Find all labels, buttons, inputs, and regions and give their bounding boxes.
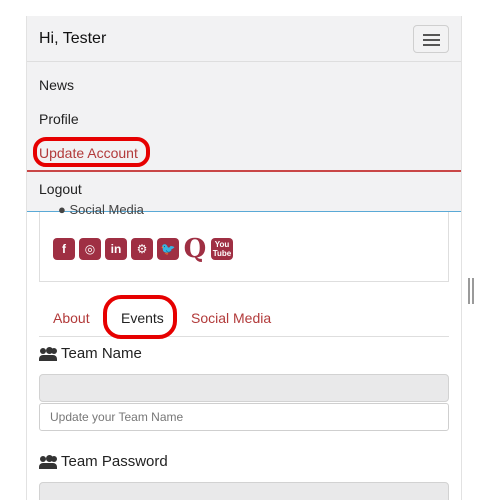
menu-item-news[interactable]: News	[39, 77, 74, 93]
profile-tabs: About Events Social Media	[39, 295, 449, 339]
tab-social-media[interactable]: Social Media	[191, 310, 271, 326]
resize-handle[interactable]	[468, 278, 474, 304]
instagram-icon[interactable]: ◎	[79, 238, 101, 260]
twitter-icon[interactable]: 🐦	[157, 238, 179, 260]
menu-item-update-account[interactable]: Update Account	[39, 145, 138, 161]
team-password-label: Team Password	[39, 453, 168, 470]
menu-item-profile[interactable]: Profile	[39, 111, 79, 127]
page-frame: Hi, Tester News Profile Update Account L…	[26, 16, 462, 500]
tab-about[interactable]: About	[53, 310, 90, 326]
navbar-brand[interactable]: Hi, Tester	[39, 30, 106, 48]
navbar: Hi, Tester	[27, 16, 461, 62]
navbar-toggle-button[interactable]	[413, 25, 449, 53]
team-name-input[interactable]	[39, 403, 449, 431]
users-icon	[39, 346, 57, 361]
menu-divider	[27, 170, 461, 172]
hamburger-icon	[423, 34, 440, 36]
users-icon	[39, 454, 57, 469]
team-name-label: Team Name	[39, 345, 142, 362]
team-name-current-value	[39, 374, 449, 402]
tab-events[interactable]: Events	[121, 310, 164, 326]
facebook-icon[interactable]: f	[53, 238, 75, 260]
nav-dropdown-menu: News Profile Update Account Logout	[27, 62, 461, 212]
social-media-card: ● Social Media f ◎ in ⚙ 🐦 Q You Tube	[39, 202, 449, 282]
social-icons-row: f ◎ in ⚙ 🐦 Q You Tube	[53, 234, 233, 264]
quora-icon[interactable]: Q	[183, 234, 207, 264]
team-password-current-value	[39, 482, 449, 500]
social-media-heading: ● Social Media	[58, 202, 144, 217]
youtube-icon[interactable]: You Tube	[211, 238, 233, 260]
menu-item-logout[interactable]: Logout	[39, 181, 82, 197]
linkedin-icon[interactable]: in	[105, 238, 127, 260]
steam-icon[interactable]: ⚙	[131, 238, 153, 260]
